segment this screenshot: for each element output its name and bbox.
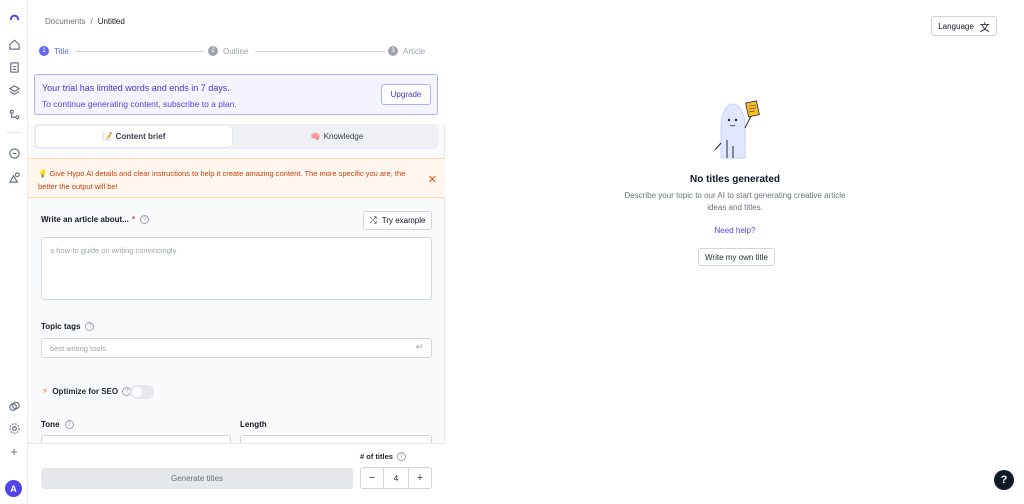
brain-icon: 🧠 xyxy=(310,132,321,141)
step-number: 2 xyxy=(208,46,218,56)
seo-toggle[interactable] xyxy=(130,385,154,399)
label-text: # of titles xyxy=(360,452,393,461)
topic-tags-label: Topic tags ? xyxy=(41,322,95,331)
sidebar: + A xyxy=(0,0,28,504)
step-article[interactable]: 3 Article xyxy=(388,46,425,56)
generate-titles-button[interactable]: Generate titles xyxy=(41,468,353,489)
button-label: Try example xyxy=(381,216,426,225)
step-connector xyxy=(255,51,385,52)
titles-count-label: # of titles ? xyxy=(360,452,406,461)
toggle-knob xyxy=(132,387,142,397)
step-title[interactable]: 1 Title xyxy=(39,46,69,56)
lightbulb-icon: 💡 xyxy=(38,169,48,178)
tone-label: Tone ? xyxy=(41,420,74,429)
close-icon[interactable]: ✕ xyxy=(428,173,437,186)
shapes-icon[interactable] xyxy=(7,170,21,184)
breadcrumb-separator: / xyxy=(90,17,93,26)
add-icon[interactable]: + xyxy=(7,444,21,459)
workflow-icon[interactable] xyxy=(7,107,21,121)
try-example-button[interactable]: ⤮ Try example xyxy=(363,211,432,230)
topic-tags-input[interactable]: best writing tools ↵ xyxy=(41,338,432,358)
seo-label: Optimize for SEO xyxy=(52,387,119,396)
increment-button[interactable]: + xyxy=(409,468,431,488)
brief-tabs: 📝 Content brief 🧠 Knowledge xyxy=(34,124,438,149)
tab-knowledge[interactable]: 🧠 Knowledge xyxy=(238,126,436,147)
empty-state-illustration xyxy=(714,100,760,159)
integrations-icon[interactable] xyxy=(7,399,21,413)
progress-stepper: 1 Title 2 Outline 3 Article xyxy=(39,46,427,58)
seo-option: ⚡ Optimize for SEO ? xyxy=(42,386,132,397)
enter-key-icon: ↵ xyxy=(415,342,424,353)
empty-state-title: No titles generated xyxy=(689,174,781,185)
decrement-button[interactable]: − xyxy=(361,468,383,488)
memo-icon: 📝 xyxy=(102,132,113,141)
app-root: + A Documents / Untitled 1 Title 2 Outline… xyxy=(0,0,1024,504)
chat-icon[interactable] xyxy=(7,146,21,160)
shuffle-icon: ⤮ xyxy=(369,215,377,225)
logo-icon[interactable] xyxy=(7,8,21,22)
breadcrumb-root[interactable]: Documents xyxy=(45,17,85,26)
empty-state-description: Describe your topic to our AI to start g… xyxy=(624,191,846,212)
tab-content-brief[interactable]: 📝 Content brief xyxy=(36,126,232,147)
tab-label: Knowledge xyxy=(323,132,364,141)
need-help-link[interactable]: Need help? xyxy=(445,226,1024,235)
results-panel: Language 文 No titles generated Describe … xyxy=(445,0,1024,504)
titles-count-value[interactable]: 4 xyxy=(383,468,409,488)
step-outline[interactable]: 2 Outline xyxy=(208,46,248,56)
step-number: 1 xyxy=(39,46,49,56)
button-label: Language xyxy=(938,21,974,31)
generate-footer: Generate titles # of titles ? − 4 + xyxy=(28,443,445,504)
textarea-placeholder: a how-to guide on writing convincingly xyxy=(50,246,177,255)
step-label: Title xyxy=(54,46,69,56)
trial-banner: Your trial has limited words and ends in… xyxy=(34,74,438,115)
help-fab-button[interactable]: ? xyxy=(994,470,1014,490)
editor-panel: Documents / Untitled 1 Title 2 Outline 3 A… xyxy=(28,0,445,504)
length-label: Length xyxy=(240,420,267,429)
step-connector xyxy=(75,51,205,52)
step-number: 3 xyxy=(388,46,398,56)
tip-banner: 💡 Give Hypo AI details and clear instruc… xyxy=(28,158,445,198)
help-icon[interactable]: ? xyxy=(140,215,149,224)
sidebar-divider xyxy=(6,132,22,133)
home-icon[interactable] xyxy=(7,37,21,51)
tip-message: Give Hypo AI details and clear instructi… xyxy=(38,169,406,191)
language-button[interactable]: Language 文 xyxy=(931,16,997,36)
step-label: Article xyxy=(403,46,426,56)
step-label: Outline xyxy=(223,46,249,56)
help-icon[interactable]: ? xyxy=(85,322,95,331)
write-own-title-button[interactable]: Write my own title xyxy=(698,248,775,266)
breadcrumb-current: Untitled xyxy=(97,17,125,26)
lightning-icon: ⚡ xyxy=(42,386,49,396)
breadcrumb: Documents / Untitled xyxy=(45,17,125,26)
titles-count-stepper: − 4 + xyxy=(360,467,432,489)
label-text: Length xyxy=(240,420,267,429)
avatar[interactable]: A xyxy=(5,480,22,497)
layers-icon[interactable] xyxy=(7,83,21,97)
settings-gear-icon[interactable] xyxy=(7,421,21,435)
help-icon[interactable]: ? xyxy=(64,420,74,429)
translate-icon: 文 xyxy=(979,22,990,34)
article-field-label: Write an article about... * ? xyxy=(41,215,149,224)
upgrade-button[interactable]: Upgrade xyxy=(381,84,431,105)
label-text: Topic tags xyxy=(41,322,81,331)
required-mark: * xyxy=(131,215,135,224)
trial-message: Your trial has limited words and ends in… xyxy=(42,83,230,93)
help-icon[interactable]: ? xyxy=(396,452,406,461)
label-text: Tone xyxy=(41,420,60,429)
article-topic-textarea[interactable]: a how-to guide on writing convincingly xyxy=(41,237,432,300)
input-placeholder: best writing tools xyxy=(50,344,106,353)
tab-label: Content brief xyxy=(115,132,166,141)
trial-subtext: To continue generating content, subscrib… xyxy=(42,99,237,109)
tip-text: 💡 Give Hypo AI details and clear instruc… xyxy=(38,167,418,193)
label-text: Write an article about... xyxy=(41,215,129,224)
document-icon[interactable] xyxy=(7,60,21,74)
